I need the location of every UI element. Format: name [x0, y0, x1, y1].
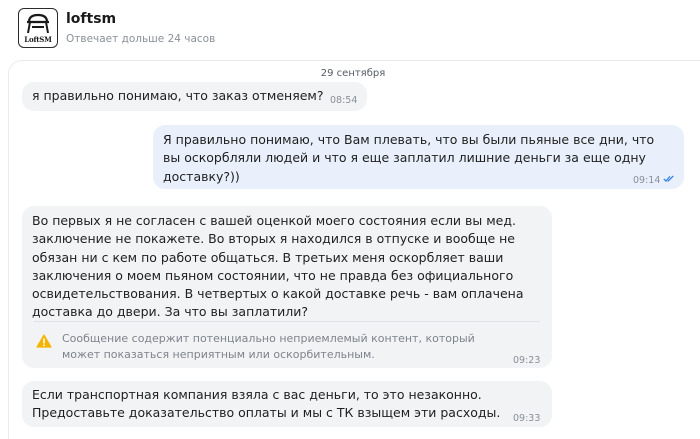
message-time: 08:54: [330, 95, 358, 106]
message-time: 09:33: [513, 413, 541, 424]
chat-header: LoftSM loftsm Отвечает дольше 24 часов: [0, 0, 700, 58]
message-time: 09:23: [513, 355, 541, 366]
content-warning: Сообщение содержит потенциально неприемл…: [34, 321, 540, 361]
warning-text: Сообщение содержит потенциально неприемл…: [62, 332, 475, 361]
outgoing-message[interactable]: Я правильно понимаю, что Вам плевать, чт…: [153, 125, 684, 189]
incoming-message[interactable]: я правильно понимаю, что заказ отменяем?…: [22, 82, 367, 111]
avatar-logo-text: LoftSM: [24, 34, 52, 44]
double-check-icon: [663, 175, 674, 182]
date-separator: 29 сентября: [320, 68, 386, 79]
warning-triangle-icon: [36, 334, 52, 348]
message-text: Я правильно понимаю, что Вам плевать, чт…: [163, 132, 655, 184]
message-text: Во первых я не согласен с вашей оценкой …: [32, 213, 524, 320]
message-text: я правильно понимаю, что заказ отменяем?: [32, 88, 324, 103]
shop-name[interactable]: loftsm: [66, 11, 116, 27]
incoming-message[interactable]: Если транспортная компания взяла с вас д…: [22, 381, 552, 427]
chair-icon: [27, 13, 49, 33]
response-time-status: Отвечает дольше 24 часов: [66, 33, 216, 45]
message-time: 09:14: [633, 175, 661, 186]
shop-avatar[interactable]: LoftSM: [18, 8, 58, 48]
incoming-message[interactable]: Во первых я не согласен с вашей оценкой …: [22, 206, 552, 368]
message-text: Если транспортная компания взяла с вас д…: [32, 387, 501, 421]
